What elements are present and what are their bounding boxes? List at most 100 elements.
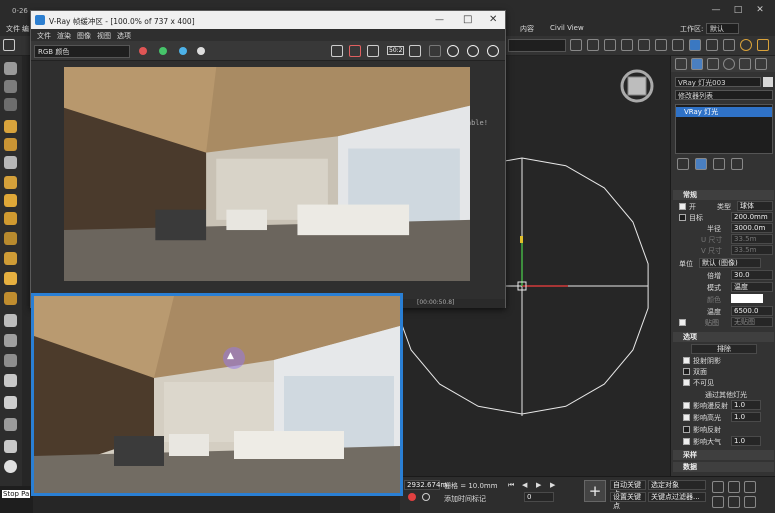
render-setup-icon[interactable] <box>689 39 701 51</box>
create-tab-icon[interactable] <box>675 58 687 70</box>
exclude-button[interactable]: 排除 <box>691 344 757 354</box>
zoom-extents-icon[interactable] <box>744 481 756 493</box>
set-key-icon[interactable]: + <box>584 480 606 502</box>
pin-stack-icon[interactable] <box>677 158 689 170</box>
current-frame-field[interactable]: 0 <box>524 492 554 502</box>
goto-start-icon[interactable]: ⏮ <box>508 481 514 490</box>
multiplier-field[interactable]: 30.0 <box>731 270 773 280</box>
pivot-icon[interactable] <box>570 39 582 51</box>
texture-checkbox[interactable] <box>679 319 686 326</box>
play-icon[interactable]: ▶ <box>536 481 541 489</box>
add-time-tag-label[interactable]: 添加时间标记 <box>444 494 486 504</box>
modify-tab-icon[interactable] <box>691 58 703 70</box>
vray-plane-icon[interactable] <box>4 212 17 225</box>
color-swatch[interactable] <box>731 294 763 303</box>
vray-sphere-icon[interactable] <box>4 232 17 245</box>
red-channel-dot[interactable] <box>139 47 147 55</box>
prev-frame-icon[interactable]: ◀ <box>522 481 527 489</box>
vray-dome-icon[interactable] <box>4 292 17 305</box>
box-tool-icon[interactable] <box>4 314 17 327</box>
minimize-icon[interactable]: — <box>709 5 723 17</box>
select-tool-icon[interactable] <box>4 62 17 75</box>
object-name-field[interactable]: VRay 灯光003 <box>675 77 761 87</box>
affect-atmo-field[interactable]: 1.0 <box>731 436 761 446</box>
viewcube-icon[interactable] <box>627 76 647 96</box>
affect-diffuse-field[interactable]: 1.0 <box>731 400 761 410</box>
alpha-channel-icon[interactable] <box>197 47 205 55</box>
cast-shadows-checkbox[interactable] <box>683 357 690 364</box>
affect-atmo-checkbox[interactable] <box>683 438 690 445</box>
camera-icon[interactable] <box>4 98 17 111</box>
pan-icon[interactable] <box>728 496 740 508</box>
vray-ies-icon[interactable] <box>4 252 17 265</box>
type-dropdown[interactable]: 球体 <box>737 201 773 211</box>
region-render-icon[interactable] <box>367 45 379 57</box>
shape-tool-icon[interactable] <box>4 374 17 387</box>
vfb-menu-render[interactable]: 渲染 <box>57 31 71 41</box>
record-icon[interactable] <box>408 493 416 501</box>
vray-fur-icon[interactable] <box>4 194 17 207</box>
vfb-menu-options[interactable]: 选项 <box>117 31 131 41</box>
overlay-render-preview[interactable] <box>31 293 403 496</box>
general-rollout-header[interactable]: 常规 <box>673 190 774 200</box>
vfb-menu-image[interactable]: 图像 <box>77 31 91 41</box>
vfb-menu-file[interactable]: 文件 <box>37 31 51 41</box>
object-color-swatch[interactable] <box>763 77 773 87</box>
material-editor-icon[interactable] <box>672 39 684 51</box>
vfb-close-icon[interactable]: ✕ <box>489 14 497 25</box>
remove-modifier-icon[interactable] <box>731 158 743 170</box>
vfb-menu-view[interactable]: 视图 <box>97 31 111 41</box>
modifier-tool-icon[interactable] <box>4 440 17 453</box>
render-frame-icon[interactable] <box>706 39 718 51</box>
rendered-image[interactable] <box>64 67 470 281</box>
mode-dropdown[interactable]: 温度 <box>731 282 773 292</box>
menu-civil-view[interactable]: Civil View <box>550 24 584 32</box>
maximize-icon[interactable]: □ <box>731 5 745 17</box>
track-mouse-icon[interactable] <box>409 45 421 57</box>
show-end-result-icon[interactable] <box>695 158 707 170</box>
units-dropdown[interactable]: 默认 (图像) <box>699 258 761 268</box>
render-icon[interactable] <box>723 39 735 51</box>
close-icon[interactable]: ✕ <box>753 5 767 17</box>
helper-tool-icon[interactable] <box>4 354 17 367</box>
target-checkbox[interactable] <box>679 214 686 221</box>
vray-sun-icon[interactable] <box>4 138 17 151</box>
display-tab-icon[interactable] <box>739 58 751 70</box>
schematic-icon[interactable] <box>655 39 667 51</box>
vray-cam-icon[interactable] <box>4 156 17 169</box>
double-sided-checkbox[interactable] <box>683 368 690 375</box>
on-checkbox[interactable] <box>679 203 686 210</box>
curve-editor-icon[interactable] <box>638 39 650 51</box>
radius-field[interactable]: 3000.0m <box>731 223 773 233</box>
channel-dropdown[interactable]: RGB 颜色 <box>34 45 130 58</box>
undo-icon[interactable] <box>3 39 15 51</box>
stack-item-vray-light[interactable]: VRay 灯光 <box>676 107 772 117</box>
menu-content[interactable]: 内容 <box>520 24 534 34</box>
scene-explorer-icon[interactable] <box>621 39 633 51</box>
vray-ambient-icon[interactable] <box>4 272 17 285</box>
compare-label[interactable]: 50:2 <box>387 46 405 55</box>
affect-specular-field[interactable]: 1.0 <box>731 412 761 422</box>
sphere-tool-icon[interactable] <box>4 418 17 431</box>
menu-file[interactable]: 文件 <box>6 24 20 34</box>
clear-image-icon[interactable] <box>349 45 361 57</box>
selected-dropdown[interactable]: 选定对象 <box>648 480 706 490</box>
set-key-button[interactable]: 设置关键点 <box>610 492 646 510</box>
zoom-all-icon[interactable] <box>728 481 740 493</box>
save-image-icon[interactable] <box>331 45 343 57</box>
viewport-rollout-header[interactable]: 数据 <box>673 462 774 472</box>
blue-channel-dot[interactable] <box>179 47 187 55</box>
time-tag-icon[interactable] <box>422 493 430 501</box>
modifier-stack[interactable]: VRay 灯光 <box>675 104 773 154</box>
texture-button[interactable]: 无贴图 <box>731 317 773 327</box>
link-viewport-icon[interactable] <box>429 45 441 57</box>
affect-specular-checkbox[interactable] <box>683 414 690 421</box>
options-rollout-header[interactable]: 选项 <box>673 332 774 342</box>
utilities-tab-icon[interactable] <box>755 58 767 70</box>
vray-render-icon[interactable] <box>740 39 752 51</box>
vray-light-icon[interactable] <box>4 120 17 133</box>
vray-frame-buffer-window[interactable]: V-Ray 帧缓冲区 - [100.0% of 737 x 400] — □ ✕… <box>30 10 506 308</box>
reference-coord-combo[interactable] <box>508 39 566 52</box>
menu-edit[interactable]: 编 <box>22 24 29 34</box>
next-frame-icon[interactable]: ▶ <box>550 481 555 489</box>
